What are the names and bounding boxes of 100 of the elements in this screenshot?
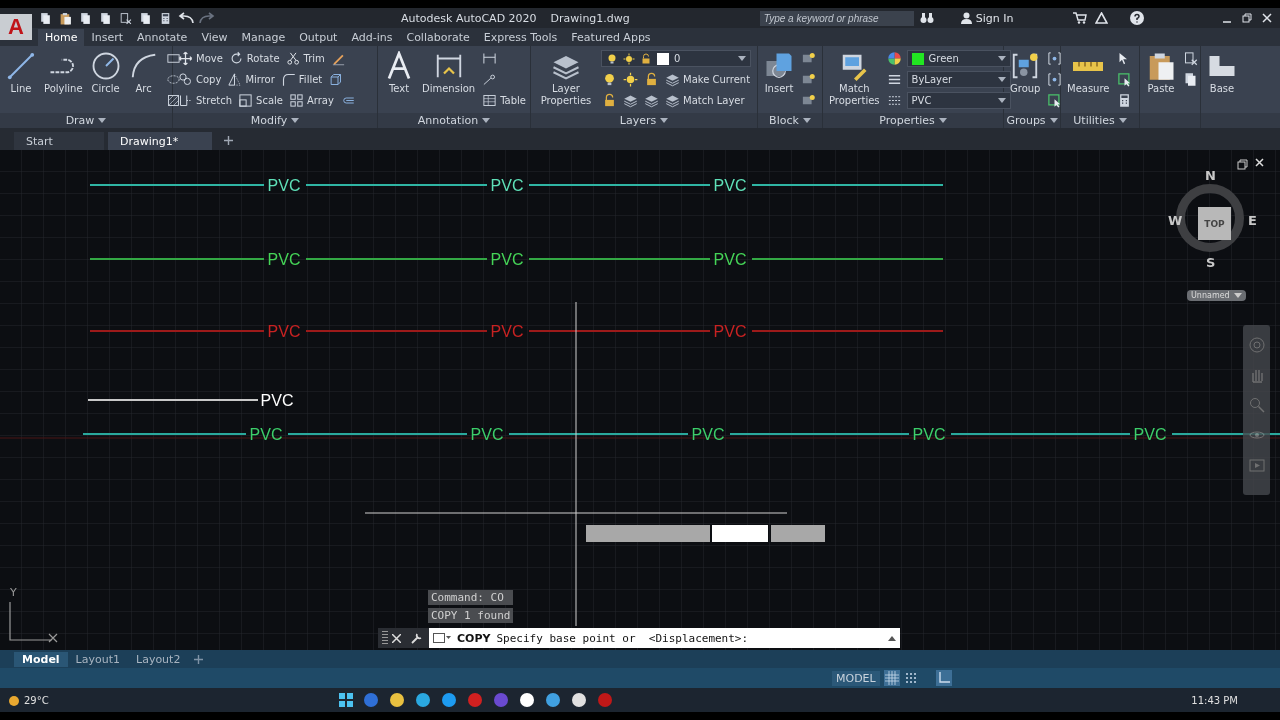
tool-button[interactable]: [1115, 72, 1133, 87]
tool-button[interactable]: Scale: [237, 93, 284, 108]
tool-button[interactable]: [1182, 51, 1199, 66]
tool-button[interactable]: Rotate: [227, 51, 281, 66]
app-icon[interactable]: [388, 693, 405, 707]
plus-icon[interactable]: [224, 136, 233, 145]
tool-button[interactable]: Stretch: [177, 93, 234, 108]
tool-button[interactable]: Array: [288, 93, 335, 108]
layout-tab[interactable]: Model: [14, 651, 68, 667]
ribbon-button[interactable]: Line: [4, 49, 38, 97]
app-icon[interactable]: [518, 693, 535, 707]
search-field[interactable]: Type a keyword or phrase: [759, 10, 914, 26]
ribbon-button[interactable]: Measure: [1065, 49, 1112, 97]
ribbon-button[interactable]: Insert: [762, 49, 796, 97]
tool-button[interactable]: [1046, 72, 1064, 87]
ribbon-button[interactable]: Layer Properties: [535, 49, 597, 108]
close-icon[interactable]: [392, 633, 401, 643]
compass-label[interactable]: S: [1206, 255, 1216, 270]
tool-button[interactable]: [622, 93, 639, 108]
ribbon-button[interactable]: Circle: [88, 49, 123, 97]
restore-icon[interactable]: [1237, 159, 1248, 170]
sign-in-button[interactable]: Sign In: [959, 11, 1015, 25]
ribbon-tab[interactable]: Insert: [84, 29, 131, 46]
triangle-icon[interactable]: [1094, 12, 1108, 24]
ribbon-tab[interactable]: View: [194, 29, 235, 46]
ortho-button[interactable]: [935, 670, 952, 686]
dropdown[interactable]: PVC: [906, 92, 1011, 109]
panel-title[interactable]: Modify: [250, 114, 288, 127]
toolbar-button[interactable]: [58, 11, 73, 25]
tool-button[interactable]: Make Current: [664, 72, 752, 87]
clock[interactable]: 11:43 PM: [1191, 694, 1272, 706]
binoculars-icon[interactable]: [919, 12, 934, 24]
app-icon[interactable]: [570, 693, 587, 707]
snap-dots-icon[interactable]: [903, 671, 918, 685]
tool-button[interactable]: [885, 51, 903, 66]
view-dropdown[interactable]: Unnamed: [1187, 290, 1246, 301]
toolbar-button[interactable]: [118, 11, 133, 25]
tool-button[interactable]: [1046, 51, 1064, 66]
application-menu-button[interactable]: A: [0, 14, 32, 40]
tool-button[interactable]: Move: [177, 51, 224, 66]
plus-icon[interactable]: [194, 654, 204, 664]
layout-tab[interactable]: Layout1: [67, 651, 128, 667]
layout-tab[interactable]: Layout2: [128, 651, 189, 667]
close-icon[interactable]: [1262, 13, 1272, 23]
cart-icon[interactable]: [1072, 12, 1087, 24]
tool-button[interactable]: Match Layer: [664, 93, 746, 108]
undo-icon[interactable]: [178, 12, 194, 24]
ribbon-tab[interactable]: Output: [292, 29, 345, 46]
ribbon-button[interactable]: Match Properties: [827, 49, 882, 108]
caret-icon[interactable]: [888, 635, 896, 641]
ribbon-button[interactable]: Polyline: [42, 49, 85, 97]
weather-temperature[interactable]: 29°C: [24, 694, 49, 706]
dropdown[interactable]: ByLayer: [906, 71, 1011, 88]
toolbar-button[interactable]: [98, 11, 113, 25]
tool-button[interactable]: Mirror: [226, 72, 276, 87]
viewcube-face[interactable]: TOP: [1198, 207, 1231, 240]
tool-button[interactable]: Copy: [177, 72, 223, 87]
tool-button[interactable]: Fillet: [279, 72, 324, 87]
ribbon-button[interactable]: Group: [1008, 49, 1043, 97]
color-dropdown[interactable]: Green: [906, 50, 1011, 67]
file-tab[interactable]: Start: [14, 132, 104, 150]
compass-label[interactable]: W: [1168, 213, 1183, 228]
toolbar-button[interactable]: [138, 11, 153, 25]
tool-button[interactable]: [164, 51, 182, 66]
toolbar-button[interactable]: [78, 11, 93, 25]
model-space-button[interactable]: MODEL: [832, 670, 880, 686]
wrench-icon[interactable]: [411, 632, 423, 644]
ribbon-tab[interactable]: Featured Apps: [564, 29, 658, 46]
dropdown[interactable]: 0: [601, 50, 751, 67]
ribbon-tab[interactable]: Add-ins: [344, 29, 400, 46]
app-icon[interactable]: [414, 693, 431, 707]
restore-icon[interactable]: [1242, 13, 1252, 23]
windows-icon[interactable]: [338, 693, 353, 707]
ribbon-tab[interactable]: Collaborate: [399, 29, 477, 46]
ribbon-button[interactable]: Paste: [1144, 49, 1178, 97]
command-input[interactable]: COPY Specify base point or <Displacement>:: [429, 628, 900, 648]
panel-title[interactable]: Draw: [65, 114, 95, 127]
help-icon[interactable]: [1129, 11, 1144, 25]
ribbon-tab[interactable]: Express Tools: [476, 29, 565, 46]
ribbon-button[interactable]: Arc: [126, 49, 161, 97]
tool-button[interactable]: [481, 51, 499, 66]
tool-button[interactable]: [164, 72, 182, 87]
toolbar-button[interactable]: [38, 11, 53, 25]
ribbon-button[interactable]: Base: [1205, 49, 1239, 97]
ribbon-button[interactable]: Dimension: [420, 49, 478, 97]
ribbon-tab[interactable]: Home: [38, 29, 85, 46]
tool-button[interactable]: [622, 72, 639, 87]
file-tab[interactable]: Drawing1*: [108, 132, 212, 150]
tool-button[interactable]: Trim: [284, 51, 326, 66]
ribbon-tab[interactable]: Annotate: [130, 29, 195, 46]
weather-icon[interactable]: [8, 694, 20, 706]
close-icon[interactable]: [1255, 158, 1264, 167]
panel-title[interactable]: Layers: [619, 114, 657, 127]
tool-button[interactable]: Table: [481, 93, 527, 108]
ribbon-button[interactable]: Text: [382, 49, 416, 97]
ribbon-tab[interactable]: Manage: [234, 29, 293, 46]
compass-label[interactable]: E: [1248, 213, 1257, 228]
redo-icon[interactable]: [199, 12, 215, 24]
grid-button[interactable]: [883, 670, 900, 686]
tool-button[interactable]: [643, 93, 660, 108]
